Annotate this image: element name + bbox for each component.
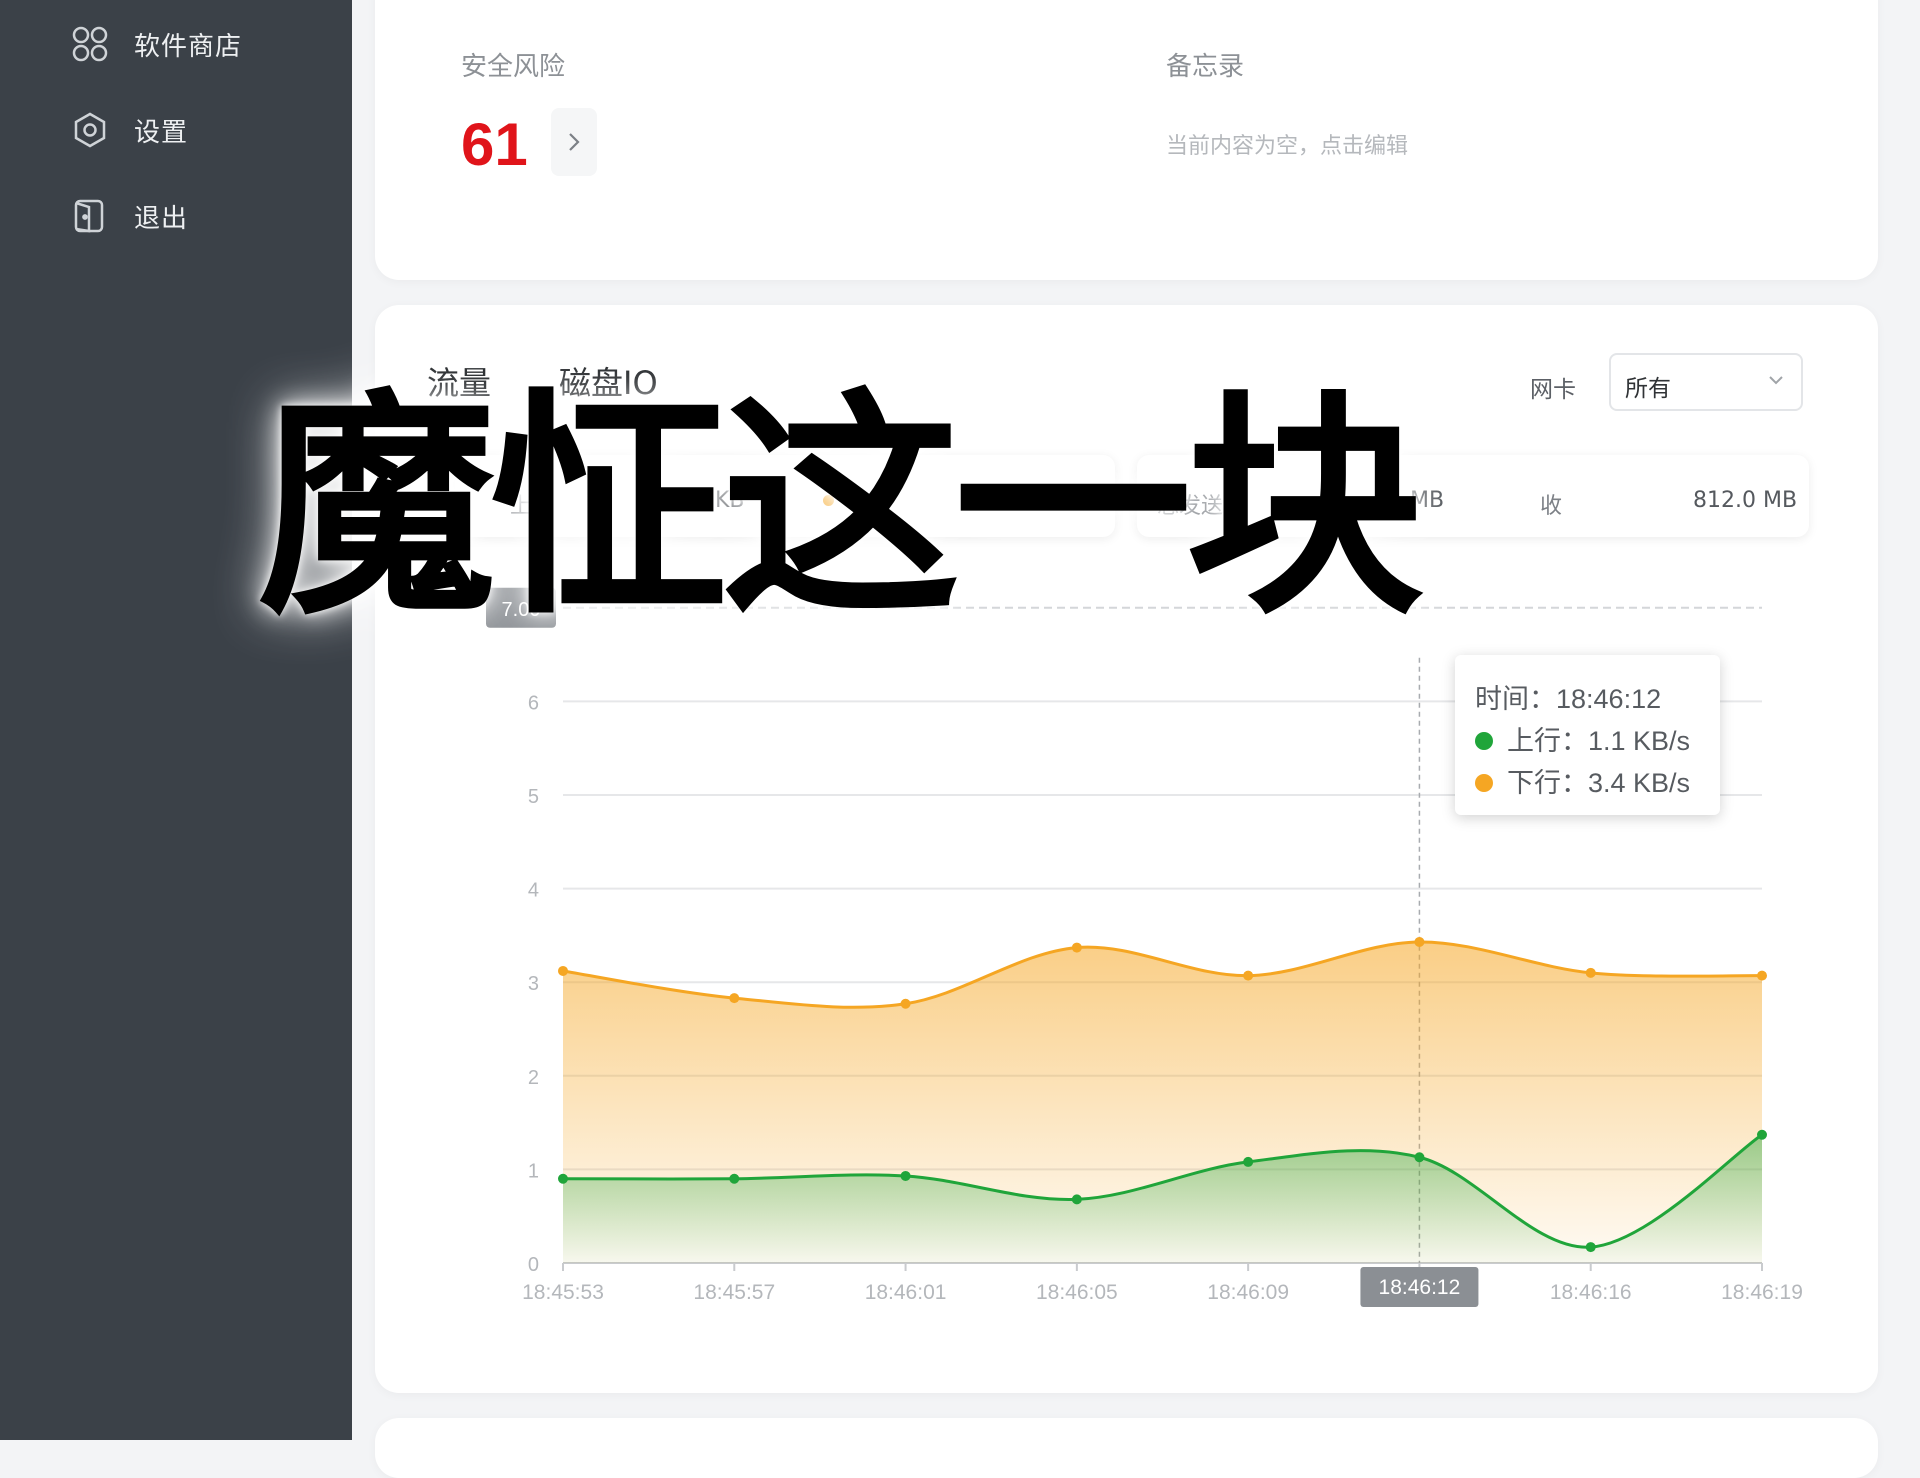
y-tick-label: 1 xyxy=(528,1160,539,1182)
upload-dot-icon xyxy=(1475,731,1493,750)
tooltip-down-row: 下行：3.4 KB/s xyxy=(1475,761,1690,800)
y-tick-label: 6 xyxy=(528,692,539,714)
tooltip-time: 时间：18:46:12 xyxy=(1475,684,1662,714)
y-tick-label: 5 xyxy=(528,786,539,808)
data-point xyxy=(1585,1242,1596,1253)
data-point xyxy=(1071,942,1082,953)
data-point xyxy=(1585,967,1596,978)
data-point xyxy=(1757,1129,1767,1140)
data-point xyxy=(1243,970,1254,981)
x-tick-label: 18:46:05 xyxy=(1036,1281,1118,1304)
y-tick-label: 4 xyxy=(528,880,539,902)
x-tick-label: 18:46:09 xyxy=(1207,1281,1289,1304)
data-point xyxy=(900,998,911,1009)
data-point xyxy=(1757,970,1767,981)
data-point xyxy=(558,965,568,976)
x-tick-label: 18:46:16 xyxy=(1550,1281,1632,1304)
data-point xyxy=(1414,936,1425,947)
x-tick-label: 18:46:12 xyxy=(1379,1276,1461,1299)
tooltip-up-row: 上行：1.1 KB/s xyxy=(1475,719,1690,758)
x-tick-label: 18:46:19 xyxy=(1721,1281,1803,1304)
download-dot-icon xyxy=(1475,773,1493,792)
data-point xyxy=(729,993,740,1004)
tooltip-up: 上行：1.1 KB/s xyxy=(1507,726,1691,756)
x-tick-label: 18:45:57 xyxy=(693,1281,775,1304)
x-tick-label: 18:46:01 xyxy=(865,1281,947,1304)
y-tick-label: 2 xyxy=(528,1067,539,1089)
y-tick-label: 3 xyxy=(528,973,539,995)
data-point xyxy=(1243,1156,1254,1167)
data-point xyxy=(900,1170,911,1181)
chart-tooltip: 时间：18:46:12 上行：1.1 KB/s 下行：3.4 KB/s xyxy=(1455,655,1720,815)
next-card xyxy=(375,1418,1878,1478)
overlay-caption: 魔怔这一块 xyxy=(258,370,1424,647)
y-tick-label: 0 xyxy=(528,1254,539,1276)
x-tick-label: 18:45:53 xyxy=(522,1281,604,1304)
data-point xyxy=(558,1173,568,1184)
tooltip-down: 下行：3.4 KB/s xyxy=(1507,768,1691,798)
data-point xyxy=(729,1173,740,1184)
data-point xyxy=(1071,1194,1082,1205)
data-point xyxy=(1414,1152,1425,1163)
